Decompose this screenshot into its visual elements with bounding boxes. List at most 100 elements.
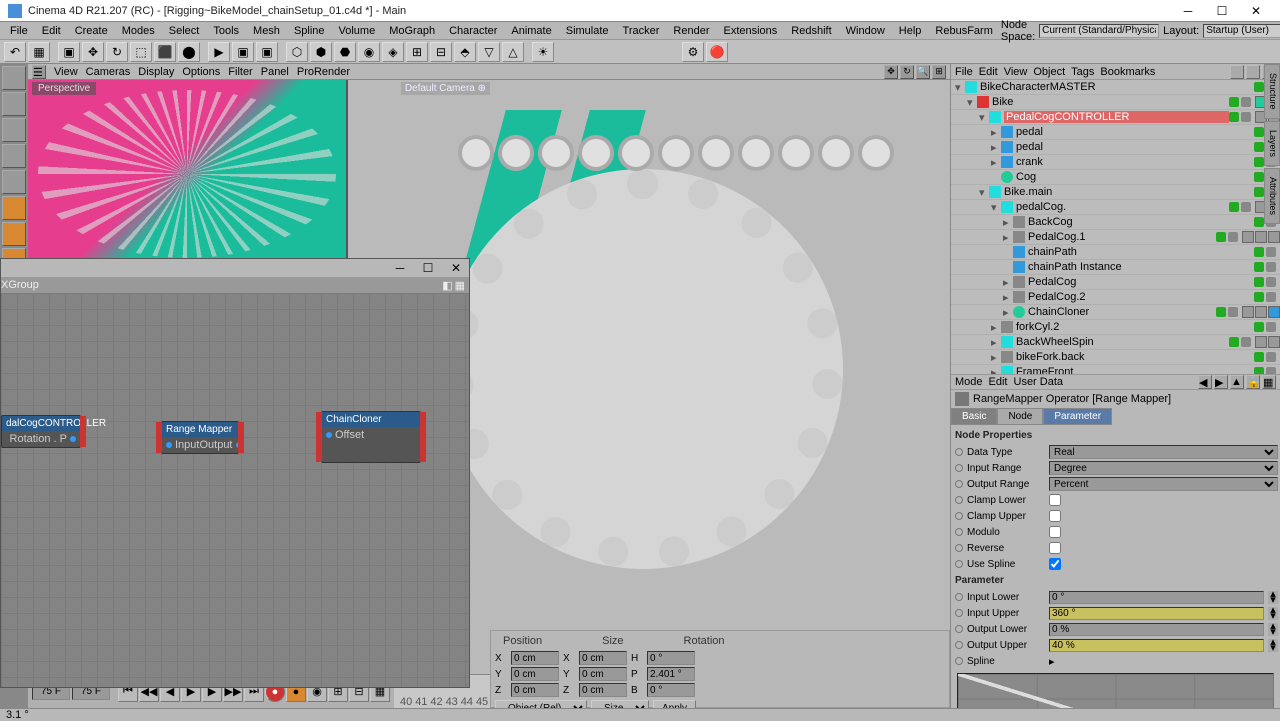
port-rotation-out[interactable]: Rotation . P [10,433,76,445]
vis-editor-dot[interactable] [1254,367,1264,374]
menu-tracker[interactable]: Tracker [617,23,666,39]
xpresso-close[interactable]: ✕ [447,261,465,275]
toolbar-btn-7[interactable]: ⬛ [154,42,176,62]
vp-menu-filter[interactable]: Filter [228,66,252,78]
tag-icon[interactable] [1268,306,1280,318]
menu-render[interactable]: Render [667,23,715,39]
attr-menu-user data[interactable]: User Data [1014,376,1064,388]
vis-editor-dot[interactable] [1254,292,1264,302]
vp-nav-2[interactable]: 🔍 [916,65,930,79]
expand-icon[interactable]: ▾ [955,81,965,94]
toolbar-btn-8[interactable]: ⬤ [178,42,200,62]
keyframe-dot[interactable] [955,560,963,568]
tag-icon[interactable] [1255,306,1267,318]
vis-editor-dot[interactable] [1254,217,1264,227]
om-menu-tags[interactable]: Tags [1071,66,1094,78]
rot-H[interactable] [647,651,695,665]
expand-icon[interactable]: ▾ [991,201,1001,214]
object-label[interactable]: BackWheelSpin [1016,336,1229,348]
object-label[interactable]: PedalCog.1 [1028,231,1216,243]
toolbar-btn-47[interactable]: ⚙ [682,42,704,62]
keyframe-dot[interactable] [955,480,963,488]
secondary-viewport[interactable] [28,80,348,270]
keyframe-dot[interactable] [955,528,963,536]
xpresso-editor[interactable]: ─ ☐ ✕ XGroup ◧▦ dalCogCONTROLLER Rotatio… [0,258,470,688]
vis-render-dot[interactable] [1241,202,1251,212]
object-row-PedalCog.1[interactable]: ▸ PedalCog.1 [951,230,1280,245]
vp-menu-view[interactable]: View [54,66,78,78]
vp-nav-3[interactable]: ⊞ [932,65,946,79]
toolbar-btn-0[interactable]: ↶ [4,42,26,62]
menu-select[interactable]: Select [163,23,206,39]
attr-tab-basic[interactable]: Basic [951,408,997,425]
prop-Clamp Lower[interactable] [1049,494,1061,506]
expand-icon[interactable]: ▸ [1003,231,1013,244]
toolbar-btn-20[interactable]: ⊟ [430,42,452,62]
node-controller-title[interactable]: dalCogCONTROLLER [2,416,80,431]
node-space-field[interactable] [1039,24,1159,38]
port-cloner-offset[interactable]: Offset [326,429,364,441]
prop-Modulo[interactable] [1049,526,1061,538]
vis-editor-dot[interactable] [1254,322,1264,332]
om-icon1[interactable] [1230,65,1244,79]
object-label[interactable]: bikeFork.back [1016,351,1254,363]
expand-icon[interactable]: ▸ [991,321,1001,334]
toolbar-btn-18[interactable]: ◈ [382,42,404,62]
attr-new[interactable]: ▦ [1262,375,1276,389]
object-row-BackWheelSpin[interactable]: ▸ BackWheelSpin [951,335,1280,350]
menu-tools[interactable]: Tools [207,23,245,39]
vp-nav-0[interactable]: ✥ [884,65,898,79]
vis-render-dot[interactable] [1266,352,1276,362]
om-menu-file[interactable]: File [955,66,973,78]
stepper[interactable]: ▴▾ [1268,639,1278,652]
object-row-Cog[interactable]: Cog [951,170,1280,185]
xgroup-tab[interactable]: XGroup [1,279,39,291]
expand-icon[interactable]: ▾ [967,96,977,109]
port-range-input[interactable]: Input [166,439,199,451]
object-label[interactable]: Cog [1016,171,1254,183]
toolbar-btn-48[interactable]: 🔴 [706,42,728,62]
menu-modes[interactable]: Modes [116,23,161,39]
expand-icon[interactable]: ▾ [979,111,989,124]
vis-render-dot[interactable] [1228,232,1238,242]
vp-menu-panel[interactable]: Panel [261,66,289,78]
object-label[interactable]: chainPath Instance [1028,261,1254,273]
menu-help[interactable]: Help [893,23,928,39]
vis-render-dot[interactable] [1241,337,1251,347]
expand-icon[interactable]: ▸ [991,126,1001,139]
toolbar-btn-6[interactable]: ⬚ [130,42,152,62]
keyframe-dot[interactable] [955,448,963,456]
param-Output Lower[interactable] [1049,623,1264,636]
xpresso-maximize[interactable]: ☐ [419,261,437,275]
vis-editor-dot[interactable] [1229,97,1239,107]
object-row-BackCog[interactable]: ▸ BackCog [951,215,1280,230]
tag-icon[interactable] [1268,336,1280,348]
object-row-PedalCogCONTROLLER[interactable]: ▾ PedalCogCONTROLLER [951,110,1280,125]
object-label[interactable]: BackCog [1028,216,1254,228]
left-tool-3[interactable] [2,144,26,168]
attr-fwd[interactable]: ▶ [1214,375,1228,389]
attr-up[interactable]: ▲ [1230,375,1244,389]
object-row-BikeCharacterMASTER[interactable]: ▾ BikeCharacterMASTER [951,80,1280,95]
menu-rebusfarm[interactable]: RebusFarm [929,23,998,39]
object-row-PedalCog.2[interactable]: ▸ PedalCog.2 [951,290,1280,305]
prop-Input Range[interactable]: Degree [1049,461,1278,475]
close-button[interactable]: ✕ [1240,1,1272,21]
maximize-button[interactable]: ☐ [1206,1,1238,21]
keyframe-dot[interactable] [955,464,963,472]
left-tool-5[interactable] [2,196,26,220]
om-menu-edit[interactable]: Edit [979,66,998,78]
expand-icon[interactable]: ▸ [991,141,1001,154]
left-tool-4[interactable] [2,170,26,194]
keyframe-dot[interactable] [955,641,963,649]
object-label[interactable]: FrameFront [1016,366,1254,374]
menu-animate[interactable]: Animate [505,23,557,39]
stepper[interactable]: ▴▾ [1268,591,1278,604]
toolbar-btn-12[interactable]: ▣ [256,42,278,62]
port-range-output[interactable]: Output [199,439,241,451]
menu-mograph[interactable]: MoGraph [383,23,441,39]
vp-nav-1[interactable]: ↻ [900,65,914,79]
object-row-PedalCog[interactable]: ▸ PedalCog [951,275,1280,290]
expand-icon[interactable]: ▸ [991,366,1001,375]
vis-editor-dot[interactable] [1216,232,1226,242]
